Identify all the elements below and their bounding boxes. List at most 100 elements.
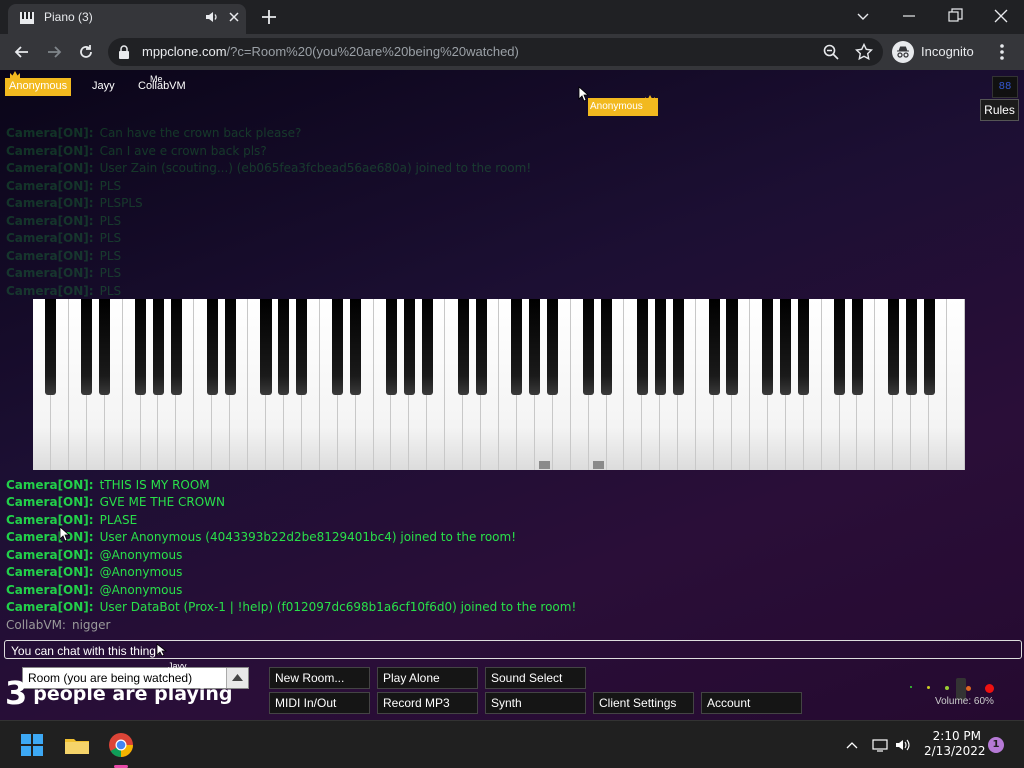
play-alone-button[interactable]: Play Alone bbox=[377, 667, 478, 689]
black-key[interactable] bbox=[654, 299, 666, 395]
chat-author[interactable]: Camera[ON]: bbox=[6, 231, 94, 245]
chat-author[interactable]: Camera[ON]: bbox=[6, 266, 94, 280]
chat-author[interactable]: Camera[ON]: bbox=[6, 161, 94, 175]
chat-author[interactable]: Camera[ON]: bbox=[6, 530, 94, 544]
chat-author[interactable]: Camera[ON]: bbox=[6, 284, 94, 298]
black-key[interactable] bbox=[457, 299, 469, 395]
black-key[interactable] bbox=[260, 299, 272, 395]
black-key[interactable] bbox=[332, 299, 344, 395]
url-text[interactable]: mppclone.com/?c=Room%20(you%20are%20bein… bbox=[142, 44, 519, 59]
new-tab-icon[interactable] bbox=[260, 8, 278, 26]
black-key[interactable] bbox=[851, 299, 863, 395]
black-key[interactable] bbox=[600, 299, 613, 395]
rules-button[interactable]: Rules bbox=[980, 99, 1019, 121]
key-press-marker bbox=[593, 461, 604, 469]
record-mp3-button[interactable]: Record MP3 bbox=[377, 692, 478, 714]
chat-author[interactable]: Camera[ON]: bbox=[6, 495, 94, 509]
address-bar[interactable]: mppclone.com/?c=Room%20(you%20are%20bein… bbox=[108, 38, 883, 66]
black-key[interactable] bbox=[296, 299, 308, 395]
chat-author[interactable]: CollabVM: bbox=[6, 618, 66, 632]
minimize-icon[interactable] bbox=[899, 6, 919, 26]
speaker-icon[interactable] bbox=[205, 10, 219, 24]
incognito-icon bbox=[892, 41, 914, 63]
clock[interactable]: 2:10 PM 2/13/2022 bbox=[924, 729, 986, 759]
restore-icon[interactable] bbox=[945, 6, 965, 26]
black-key[interactable] bbox=[762, 299, 774, 395]
participant-jayy[interactable]: Jayy bbox=[88, 78, 119, 96]
black-key[interactable] bbox=[511, 299, 523, 395]
speaker-icon[interactable] bbox=[895, 737, 911, 753]
black-key[interactable] bbox=[529, 299, 541, 395]
chat-author[interactable]: Camera[ON]: bbox=[6, 249, 94, 263]
chat-author[interactable]: Camera[ON]: bbox=[6, 478, 94, 492]
chat-author[interactable]: Camera[ON]: bbox=[6, 513, 94, 527]
chat-text: PLS bbox=[99, 231, 122, 245]
black-key[interactable] bbox=[905, 299, 917, 395]
chat-author[interactable]: Camera[ON]: bbox=[6, 126, 94, 140]
menu-icon[interactable] bbox=[994, 42, 1010, 62]
black-key[interactable] bbox=[206, 299, 218, 395]
black-key[interactable] bbox=[798, 299, 810, 395]
display-icon[interactable] bbox=[872, 737, 888, 753]
midi-status-icon[interactable]: 88 bbox=[992, 76, 1018, 98]
participant-anonymous[interactable]: Anonymous bbox=[5, 78, 72, 96]
chat-author[interactable]: Camera[ON]: bbox=[6, 583, 94, 597]
taskbar: 2:10 PM 2/13/2022 1 bbox=[0, 720, 1024, 768]
black-key[interactable] bbox=[421, 299, 433, 395]
incognito-indicator[interactable]: Incognito bbox=[888, 38, 984, 66]
chat-author[interactable]: Camera[ON]: bbox=[6, 565, 94, 579]
sound-select-button[interactable]: Sound Select bbox=[485, 667, 586, 689]
black-key[interactable] bbox=[81, 299, 93, 395]
black-key[interactable] bbox=[887, 299, 899, 395]
chat-author[interactable]: Camera[ON]: bbox=[6, 548, 94, 562]
black-key[interactable] bbox=[923, 299, 935, 395]
black-key[interactable] bbox=[833, 299, 846, 395]
windows-start-icon[interactable] bbox=[18, 731, 46, 759]
chat-author[interactable]: Camera[ON]: bbox=[6, 600, 94, 614]
white-key[interactable] bbox=[947, 299, 965, 470]
black-key[interactable] bbox=[726, 299, 738, 395]
new-room-button[interactable]: New Room... bbox=[269, 667, 370, 689]
black-key[interactable] bbox=[152, 299, 164, 395]
synth-button[interactable]: Synth bbox=[485, 692, 586, 714]
file-explorer-icon[interactable] bbox=[63, 731, 91, 759]
piano-keyboard[interactable] bbox=[33, 299, 965, 470]
black-key[interactable] bbox=[45, 299, 57, 395]
bookmark-star-icon[interactable] bbox=[855, 43, 873, 61]
black-key[interactable] bbox=[672, 299, 684, 395]
black-key[interactable] bbox=[708, 299, 720, 395]
black-key[interactable] bbox=[636, 299, 648, 395]
black-key[interactable] bbox=[224, 299, 236, 395]
client-settings-button[interactable]: Client Settings bbox=[593, 692, 694, 714]
chevron-up-icon[interactable] bbox=[844, 737, 860, 753]
notification-badge[interactable]: 1 bbox=[988, 737, 1004, 753]
black-key[interactable] bbox=[99, 299, 111, 395]
browser-tab[interactable]: Piano (3) bbox=[8, 4, 246, 34]
midi-button[interactable]: MIDI In/Out bbox=[269, 692, 370, 714]
reload-icon[interactable] bbox=[76, 42, 96, 62]
lock-icon[interactable] bbox=[118, 45, 130, 59]
black-key[interactable] bbox=[403, 299, 415, 395]
black-key[interactable] bbox=[780, 299, 792, 395]
black-key[interactable] bbox=[583, 299, 595, 395]
volume-control[interactable]: Volume: 60% bbox=[905, 672, 1020, 712]
black-key[interactable] bbox=[170, 299, 182, 395]
black-key[interactable] bbox=[385, 299, 397, 395]
chat-author[interactable]: Camera[ON]: bbox=[6, 144, 94, 158]
black-key[interactable] bbox=[475, 299, 487, 395]
chat-author[interactable]: Camera[ON]: bbox=[6, 196, 94, 210]
black-key[interactable] bbox=[134, 299, 147, 395]
chat-author[interactable]: Camera[ON]: bbox=[6, 179, 94, 193]
forward-icon[interactable] bbox=[44, 42, 64, 62]
chrome-icon[interactable] bbox=[107, 731, 135, 759]
chat-author[interactable]: Camera[ON]: bbox=[6, 214, 94, 228]
black-key[interactable] bbox=[547, 299, 559, 395]
zoom-icon[interactable] bbox=[822, 43, 840, 61]
black-key[interactable] bbox=[350, 299, 362, 395]
close-tab-icon[interactable] bbox=[228, 11, 240, 23]
tab-search-icon[interactable] bbox=[853, 6, 873, 26]
account-button[interactable]: Account bbox=[701, 692, 802, 714]
black-key[interactable] bbox=[278, 299, 290, 395]
back-icon[interactable] bbox=[12, 42, 32, 62]
close-window-icon[interactable] bbox=[991, 6, 1011, 26]
